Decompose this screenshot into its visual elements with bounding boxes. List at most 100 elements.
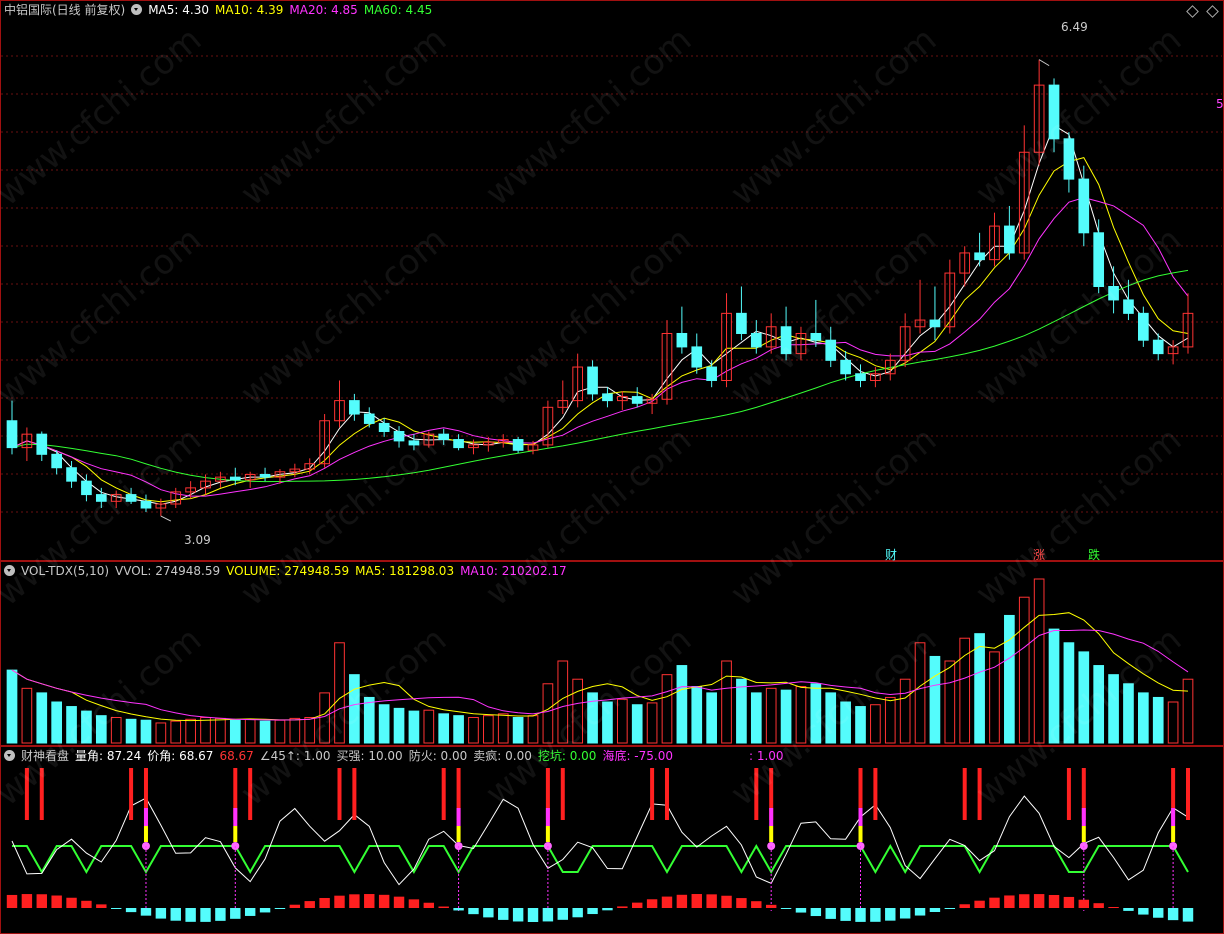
histogram-bar: [36, 894, 47, 908]
candle-body: [51, 453, 62, 469]
candle: [602, 387, 613, 408]
candle: [110, 490, 122, 509]
candle-body: [408, 440, 420, 446]
vol-name-label: VOL-TDX(5,10): [21, 564, 110, 578]
candle: [453, 434, 464, 451]
volume-bar: [944, 660, 956, 744]
histogram-bar: [215, 908, 226, 921]
histogram-bar: [498, 908, 509, 920]
volume-bar: [721, 660, 732, 744]
candle-body: [1138, 312, 1149, 341]
panel-border: [0, 0, 1224, 561]
candle-body: [36, 433, 48, 455]
volume-bar: [870, 704, 881, 744]
volume-bar: [1138, 692, 1149, 744]
low-pointer: [160, 515, 172, 522]
histogram-bar: [244, 908, 256, 916]
green-step-line: [12, 843, 1189, 875]
ma20-label: MA20: 4.85: [289, 3, 358, 17]
ma10-label: MA10: 4.39: [214, 3, 284, 17]
candle: [1182, 293, 1194, 354]
candle: [334, 380, 345, 428]
wakeng-label: 挖坑: 0.00: [537, 749, 597, 763]
histogram-bar: [1167, 908, 1179, 921]
histogram-bar: [1138, 908, 1149, 915]
signal-bar-red: [1066, 768, 1071, 820]
candle-body: [512, 439, 524, 451]
volume-bar: [125, 718, 137, 744]
candle-body: [438, 433, 450, 441]
signal-bar-yellow: [1081, 826, 1086, 842]
histogram-bar: [899, 908, 911, 919]
candle-body: [378, 422, 390, 432]
volume-bar: [393, 707, 405, 744]
candle-body: [706, 366, 717, 381]
candle-body: [1108, 286, 1119, 301]
histogram-bar: [512, 908, 524, 922]
signal-bar-yellow: [545, 826, 550, 842]
volume-bar: [602, 701, 613, 744]
volume-bar: [691, 686, 703, 744]
ma60-line: [11, 269, 1189, 483]
volume-bar: [1108, 674, 1119, 744]
volume-header: VOL-TDX(5,10) VVOL: 274948.59 VOLUME: 2749…: [4, 563, 573, 579]
volume-bar: [200, 716, 211, 744]
volume-bar: [140, 719, 152, 744]
candle-body: [66, 467, 77, 482]
volume-bar: [6, 669, 18, 744]
histogram-bar: [66, 897, 77, 908]
price-chart[interactable]: [0, 0, 1224, 561]
signal-bar-red: [873, 768, 878, 820]
maifeng-label: 卖疯: 0.00: [473, 749, 532, 763]
volume-bar: [1004, 614, 1015, 744]
stock-chart-window: 中铝国际(日线 前复权) MA5: 4.30 MA10: 4.39 MA20: 4.8…: [0, 0, 1224, 934]
dropdown-icon[interactable]: [131, 4, 143, 15]
histogram-bar: [1019, 894, 1030, 908]
haidi-label: 海底: -75.00: [602, 749, 673, 763]
volume-bar: [1123, 683, 1134, 744]
dropdown-icon[interactable]: [4, 750, 15, 761]
histogram-bar: [1004, 895, 1015, 908]
candle-body: [95, 494, 107, 502]
histogram-bar: [274, 908, 286, 909]
candle: [572, 353, 584, 408]
histogram-bar: [765, 904, 777, 908]
candle: [825, 326, 837, 368]
candle: [244, 471, 256, 488]
signal-bar-red: [337, 768, 342, 820]
candle-body: [393, 430, 405, 442]
candle: [899, 313, 911, 368]
jiajiao-label: 价角: 68.67: [147, 749, 214, 763]
volume-bar: [736, 678, 747, 744]
signal-bar-magenta: [1081, 808, 1086, 826]
volume-bar: [899, 678, 911, 744]
volume-bar: [319, 692, 330, 744]
volume-bar: [155, 722, 167, 744]
histogram-bar: [6, 894, 18, 908]
candle: [319, 414, 330, 468]
candle: [810, 299, 822, 347]
ma5-label: MA5: 4.30: [148, 3, 209, 17]
histogram-bar: [661, 896, 673, 908]
histogram-bar: [780, 908, 792, 909]
indicator-chart[interactable]: [0, 746, 1224, 934]
volume-bar: [1182, 678, 1194, 744]
candle-body: [840, 359, 851, 375]
histogram-bar: [810, 908, 822, 917]
histogram-bar: [140, 908, 152, 916]
histogram-bar: [736, 898, 747, 908]
volume-bar: [1048, 628, 1060, 744]
volume-chart[interactable]: [0, 561, 1224, 746]
candle: [989, 212, 1000, 267]
volume-bar: [1152, 696, 1164, 744]
signal-bar-red: [650, 768, 655, 820]
ma10-line: [11, 157, 1189, 503]
signal-bar-red: [441, 768, 446, 820]
val3-label: 68.67: [219, 749, 254, 763]
candle-body: [929, 319, 941, 328]
dropdown-icon[interactable]: [4, 565, 15, 576]
volume-bar: [468, 716, 479, 744]
candle-body: [259, 473, 271, 478]
volume-bar: [855, 706, 866, 744]
candle: [95, 487, 107, 509]
